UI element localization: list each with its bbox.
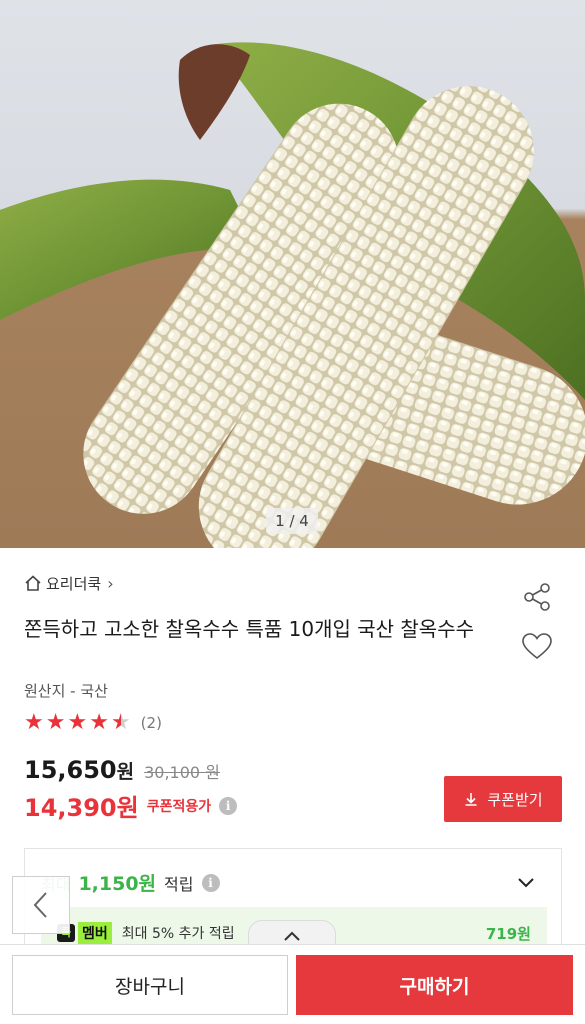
coupon-price: 14,390원 [24,794,139,822]
chevron-up-icon [284,931,300,941]
original-price: 30,100 원 [144,763,220,782]
star-icon: ★ [89,710,109,735]
points-amount: 1,150원 [78,873,157,895]
share-icon [524,583,550,611]
product-image[interactable]: 1 / 4 [0,0,585,548]
share-button[interactable] [520,580,554,614]
current-price: 15,650원 [24,756,135,784]
product-title: 쫀득하고 고소한 찰옥수수 특품 10개입 국산 찰옥수수 [24,617,474,641]
image-pager: 1 / 4 [266,508,318,534]
store-name: 요리더쿡 [46,574,102,593]
coupon-applied-label: 쿠폰적용가 [146,798,212,815]
bottom-action-bar: 장바구니 구매하기 [0,944,585,1024]
points-earn-label: 적립 [164,874,194,894]
corn-photo [0,42,585,548]
get-coupon-label: 쿠폰받기 [487,790,543,809]
chevron-left-icon [33,892,47,918]
store-chevron-icon: › [107,573,114,593]
store-link[interactable]: 요리더쿡 › [24,572,114,594]
wishlist-button[interactable] [520,630,554,664]
download-icon [465,793,477,806]
info-icon[interactable]: i [219,796,238,815]
info-icon[interactable]: i [201,873,220,892]
home-icon [25,575,41,591]
member-benefit-text: 최대 5% 추가 적립 [121,926,235,942]
star-icon: ★ [24,710,44,735]
star-icon: ★ [67,710,88,735]
get-coupon-button[interactable]: 쿠폰받기 [444,776,562,822]
buy-now-button[interactable]: 구매하기 [296,955,573,1015]
coupon-price-row: 14,390원 쿠폰적용가 i [24,788,238,823]
origin-label: 원산지 - 국산 [24,682,108,700]
rating-stars[interactable]: ★ ★ ★ ★ ★ (2) [24,712,162,734]
back-button[interactable] [12,876,70,934]
half-star-icon: ★ [110,710,131,735]
heart-icon [522,633,552,660]
member-benefit-value: 719원 [485,924,531,943]
chevron-down-icon[interactable] [515,871,537,893]
review-count: (2) [140,714,162,732]
star-icon: ★ [45,710,66,735]
member-tag: 멤버 [78,922,112,944]
price-row: 15,650원 30,100 원 [24,756,220,784]
add-to-cart-button[interactable]: 장바구니 [12,955,288,1015]
